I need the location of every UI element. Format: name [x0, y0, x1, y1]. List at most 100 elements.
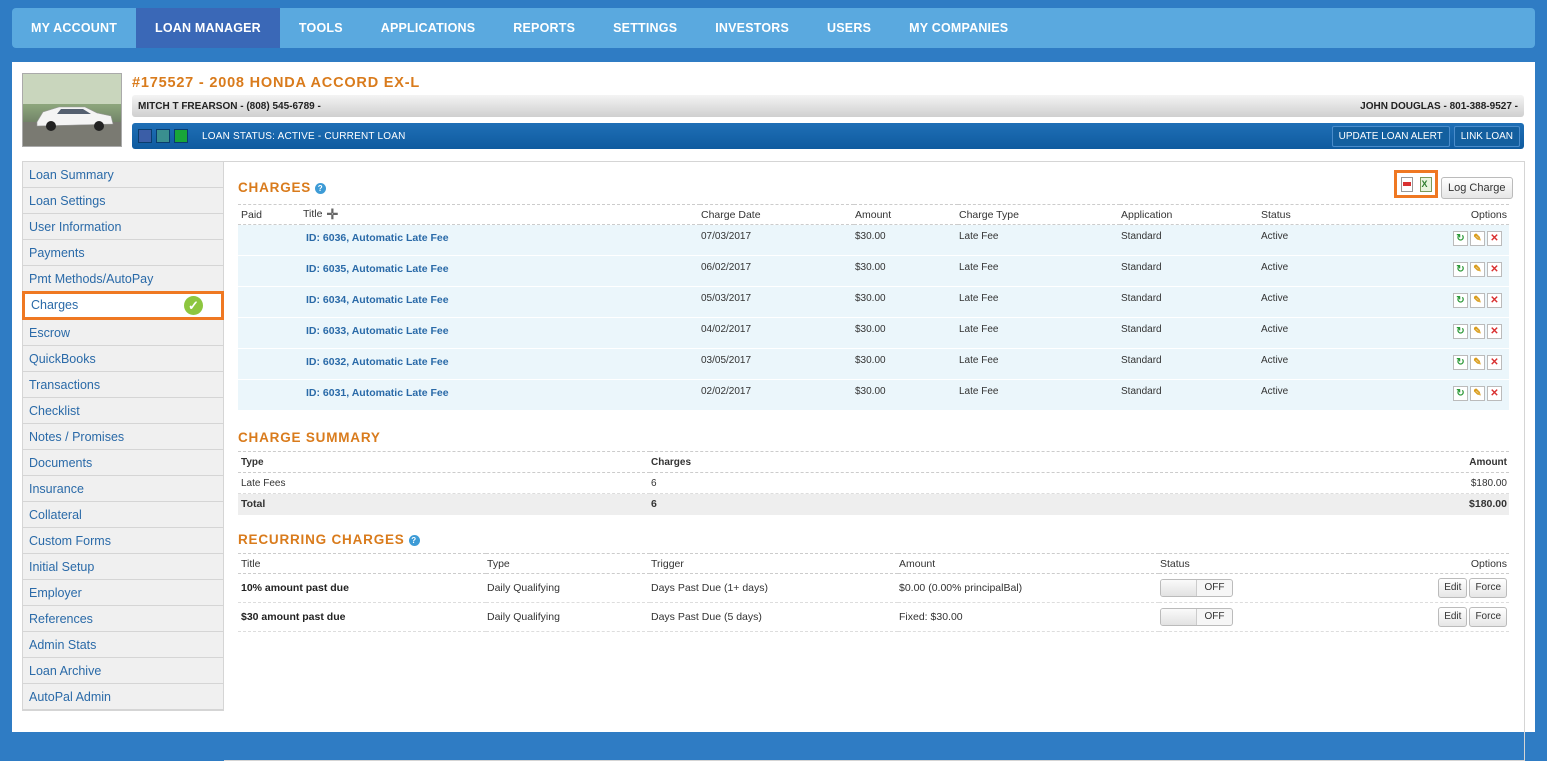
toggle-knob — [1161, 580, 1197, 596]
sidebar-item-initial-setup[interactable]: Initial Setup — [23, 554, 223, 580]
col-charge-type: Charge Type — [958, 204, 1120, 225]
sidebar-item-loan-archive[interactable]: Loan Archive — [23, 658, 223, 684]
sidebar-item-loan-settings[interactable]: Loan Settings — [23, 188, 223, 214]
nav-tools[interactable]: TOOLS — [280, 8, 362, 48]
edit-button[interactable]: Edit — [1438, 607, 1468, 627]
delete-icon[interactable]: ✕ — [1487, 231, 1502, 246]
delete-icon[interactable]: ✕ — [1487, 324, 1502, 339]
pencil-icon[interactable]: ✎ — [1470, 386, 1485, 401]
sidebar-item-transactions[interactable]: Transactions — [23, 372, 223, 398]
charges-heading: CHARGES? — [238, 180, 327, 195]
loan-status-text: LOAN STATUS: ACTIVE - CURRENT LOAN — [202, 130, 406, 142]
col-title-label: Title — [303, 208, 323, 220]
summary-col-charges: Charges — [650, 451, 1150, 473]
sidebar-item-loan-summary[interactable]: Loan Summary — [23, 162, 223, 188]
link-loan-button[interactable]: LINK LOAN — [1453, 125, 1520, 147]
options-cell: ↻ ✎ ✕ — [1380, 317, 1509, 349]
sidebar-item-checklist[interactable]: Checklist — [23, 398, 223, 424]
status-swatch-blue[interactable] — [138, 129, 152, 143]
refresh-icon[interactable]: ↻ — [1453, 324, 1468, 339]
table-row: ID: 6033, Automatic Late Fee 04/02/2017 … — [238, 317, 1509, 349]
sidebar-item-charges[interactable]: Charges ✓ — [22, 291, 224, 320]
paid-cell — [238, 348, 302, 380]
nav-loan-manager[interactable]: LOAN MANAGER — [136, 8, 280, 48]
pencil-icon[interactable]: ✎ — [1470, 355, 1485, 370]
nav-users[interactable]: USERS — [808, 8, 890, 48]
options-cell: ↻ ✎ ✕ — [1380, 379, 1509, 411]
delete-icon[interactable]: ✕ — [1487, 262, 1502, 277]
update-loan-alert-button[interactable]: UPDATE LOAN ALERT — [1331, 125, 1450, 147]
delete-icon[interactable]: ✕ — [1487, 355, 1502, 370]
nav-my-account[interactable]: MY ACCOUNT — [12, 8, 136, 48]
charge-title[interactable]: ID: 6031, Automatic Late Fee — [303, 387, 449, 399]
sidebar-item-collateral[interactable]: Collateral — [23, 502, 223, 528]
charge-title-link[interactable]: ID: 6036, Automatic Late Fee — [302, 224, 700, 256]
status-swatch-teal[interactable] — [156, 129, 170, 143]
sidebar-item-notes[interactable]: Notes / Promises — [23, 424, 223, 450]
sidebar-item-admin-stats[interactable]: Admin Stats — [23, 632, 223, 658]
pencil-icon[interactable]: ✎ — [1470, 324, 1485, 339]
sort-icon[interactable]: ✛ — [326, 206, 338, 223]
charge-title-link[interactable]: ID: 6034, Automatic Late Fee — [302, 286, 700, 318]
sidebar-item-employer[interactable]: Employer — [23, 580, 223, 606]
pencil-icon[interactable]: ✎ — [1470, 262, 1485, 277]
status-toggle[interactable]: OFF — [1160, 579, 1233, 597]
recurring-heading: RECURRING CHARGES? — [238, 532, 420, 547]
sidebar-item-autopal-admin[interactable]: AutoPal Admin — [23, 684, 223, 710]
charge-title-link[interactable]: ID: 6035, Automatic Late Fee — [302, 255, 700, 287]
log-charge-button[interactable]: Log Charge — [1441, 177, 1513, 199]
rec-type: Daily Qualifying — [486, 602, 650, 632]
rec-trigger: Days Past Due (1+ days) — [650, 573, 898, 603]
charge-title[interactable]: ID: 6035, Automatic Late Fee — [303, 263, 449, 275]
sidebar-item-pmt-methods[interactable]: Pmt Methods/AutoPay — [23, 266, 223, 292]
refresh-icon[interactable]: ↻ — [1453, 262, 1468, 277]
summary-col-amount: Amount — [1150, 451, 1509, 473]
vehicle-photo[interactable] — [22, 73, 122, 147]
charge-title-link[interactable]: ID: 6032, Automatic Late Fee — [302, 348, 700, 380]
paid-cell — [238, 317, 302, 349]
force-button[interactable]: Force — [1469, 607, 1507, 627]
charge-title[interactable]: ID: 6033, Automatic Late Fee — [303, 325, 449, 337]
nav-settings[interactable]: SETTINGS — [594, 8, 696, 48]
sidebar-item-custom-forms[interactable]: Custom Forms — [23, 528, 223, 554]
charge-title-link[interactable]: ID: 6033, Automatic Late Fee — [302, 317, 700, 349]
edit-button[interactable]: Edit — [1438, 578, 1468, 598]
refresh-icon[interactable]: ↻ — [1453, 355, 1468, 370]
excel-export-icon[interactable] — [1419, 176, 1432, 192]
charge-title-link[interactable]: ID: 6031, Automatic Late Fee — [302, 379, 700, 411]
force-button[interactable]: Force — [1469, 578, 1507, 598]
status-toggle[interactable]: OFF — [1160, 608, 1233, 626]
sidebar-item-documents[interactable]: Documents — [23, 450, 223, 476]
help-icon[interactable]: ? — [408, 535, 420, 546]
sidebar-item-references[interactable]: References — [23, 606, 223, 632]
refresh-icon[interactable]: ↻ — [1453, 293, 1468, 308]
sidebar-item-escrow[interactable]: Escrow — [23, 320, 223, 346]
charge-title[interactable]: ID: 6032, Automatic Late Fee — [303, 356, 449, 368]
summary-col-type: Type — [238, 451, 650, 473]
charge-title[interactable]: ID: 6034, Automatic Late Fee — [303, 294, 449, 306]
sidebar-item-user-information[interactable]: User Information — [23, 214, 223, 240]
refresh-icon[interactable]: ↻ — [1453, 386, 1468, 401]
charge-title[interactable]: ID: 6036, Automatic Late Fee — [303, 232, 449, 244]
sidebar-item-insurance[interactable]: Insurance — [23, 476, 223, 502]
delete-icon[interactable]: ✕ — [1487, 386, 1502, 401]
pencil-icon[interactable]: ✎ — [1470, 293, 1485, 308]
rec-type: Daily Qualifying — [486, 573, 650, 603]
delete-icon[interactable]: ✕ — [1487, 293, 1502, 308]
sidebar-item-payments[interactable]: Payments — [23, 240, 223, 266]
nav-my-companies[interactable]: MY COMPANIES — [890, 8, 1027, 48]
charge-date: 03/05/2017 — [700, 348, 854, 380]
charge-status: Active — [1260, 286, 1380, 318]
refresh-icon[interactable]: ↻ — [1453, 231, 1468, 246]
col-title[interactable]: Title ✛ — [302, 204, 700, 225]
help-icon[interactable]: ? — [315, 183, 327, 194]
charge-type: Late Fee — [958, 286, 1120, 318]
total-charges: 6 — [650, 493, 1150, 515]
status-swatch-green[interactable] — [174, 129, 188, 143]
sidebar-item-quickbooks[interactable]: QuickBooks — [23, 346, 223, 372]
nav-investors[interactable]: INVESTORS — [696, 8, 808, 48]
pencil-icon[interactable]: ✎ — [1470, 231, 1485, 246]
nav-applications[interactable]: APPLICATIONS — [362, 8, 495, 48]
pdf-export-icon[interactable] — [1400, 176, 1413, 192]
nav-reports[interactable]: REPORTS — [494, 8, 594, 48]
